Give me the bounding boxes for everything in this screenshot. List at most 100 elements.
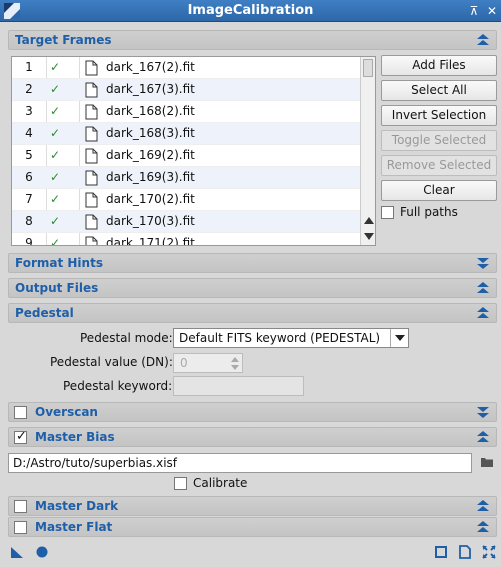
file-icon (85, 214, 98, 230)
chevron-down-icon[interactable] (390, 329, 408, 347)
folder-icon[interactable] (480, 455, 494, 469)
collapse-icon[interactable] (476, 281, 490, 295)
collapse-icon[interactable] (476, 499, 490, 513)
table-row[interactable]: 3 ✓ dark_168(2).fit (12, 101, 361, 123)
scroll-thumb[interactable] (363, 59, 373, 77)
row-number: 3 (25, 104, 33, 118)
expand-icon[interactable] (476, 256, 490, 270)
collapse-icon[interactable] (476, 430, 490, 444)
target-frames-list[interactable]: 1 ✓ dark_167(2).fit 2 ✓ dark_167(3).fit 3 ✓ dark… (11, 56, 376, 246)
section-title: Master Dark (35, 499, 119, 513)
file-icon (85, 104, 98, 120)
table-row[interactable]: 8 ✓ dark_170(3).fit (12, 211, 361, 233)
reset-icon[interactable] (482, 545, 496, 559)
spin-down-icon[interactable] (231, 365, 239, 370)
enabled-check-icon[interactable]: ✓ (50, 192, 60, 206)
file-name: dark_169(2).fit (106, 148, 195, 162)
calibrate-bias-checkbox[interactable] (174, 477, 187, 490)
table-row[interactable]: 1 ✓ dark_167(2).fit (12, 57, 361, 79)
file-name: dark_167(2).fit (106, 60, 195, 74)
file-name: dark_170(2).fit (106, 192, 195, 206)
remove-selected-button[interactable]: Remove Selected (381, 155, 497, 176)
path-value: D:/Astro/tuto/superbias.xisf (13, 456, 178, 470)
file-icon (85, 148, 98, 164)
section-title: Pedestal (15, 306, 74, 320)
docs-icon[interactable] (458, 545, 472, 559)
row-number: 2 (25, 82, 33, 96)
window-title: ImageCalibration (187, 3, 314, 18)
toggle-selected-button[interactable]: Toggle Selected (381, 130, 497, 151)
section-pedestal[interactable]: Pedestal (8, 303, 497, 323)
master-bias-path-input[interactable]: D:/Astro/tuto/superbias.xisf (8, 453, 472, 473)
table-row[interactable]: 2 ✓ dark_167(3).fit (12, 79, 361, 101)
section-title: Master Bias (35, 430, 115, 444)
apply-icon[interactable] (434, 545, 448, 559)
apply-global-icon[interactable] (35, 545, 49, 559)
section-title: Master Flat (35, 520, 113, 534)
enabled-check-icon[interactable]: ✓ (50, 214, 60, 228)
row-number: 5 (25, 148, 33, 162)
enabled-check-icon[interactable]: ✓ (50, 170, 60, 184)
row-number: 7 (25, 192, 33, 206)
scroll-up-icon[interactable] (364, 217, 374, 224)
enabled-check-icon[interactable]: ✓ (50, 82, 60, 96)
master-bias-checkbox[interactable] (14, 429, 27, 444)
collapse-icon[interactable] (476, 306, 490, 320)
pedestal-keyword-field[interactable] (173, 376, 304, 396)
row-number: 1 (25, 60, 33, 74)
section-output-files[interactable]: Output Files (8, 278, 497, 298)
clear-button[interactable]: Clear (381, 180, 497, 201)
section-master-flat[interactable]: Master Flat (8, 517, 497, 537)
table-row[interactable]: 7 ✓ dark_170(2).fit (12, 189, 361, 211)
file-icon (85, 170, 98, 186)
invert-selection-button[interactable]: Invert Selection (381, 105, 497, 126)
pedestal-mode-select[interactable]: Default FITS keyword (PEDESTAL) (173, 328, 409, 348)
file-name: dark_170(3).fit (106, 214, 195, 228)
full-paths-label: Full paths (400, 205, 458, 219)
section-target-frames[interactable]: Target Frames (8, 30, 497, 50)
pedestal-mode-label: Pedestal mode: (80, 331, 173, 345)
calibrate-label: Calibrate (193, 476, 248, 490)
master-dark-checkbox[interactable] (14, 500, 27, 513)
enabled-check-icon[interactable]: ✓ (50, 60, 60, 74)
select-all-button[interactable]: Select All (381, 80, 497, 101)
enabled-check-icon[interactable]: ✓ (50, 126, 60, 140)
row-number: 4 (25, 126, 33, 140)
close-icon[interactable]: ✕ (484, 2, 500, 20)
section-master-dark[interactable]: Master Dark (8, 496, 497, 516)
file-icon (85, 192, 98, 208)
pedestal-value-label: Pedestal value (DN): (50, 355, 173, 369)
section-title: Output Files (15, 281, 99, 295)
full-paths-checkbox[interactable] (381, 206, 394, 219)
section-title: Overscan (35, 405, 98, 419)
select-value: Default FITS keyword (PEDESTAL) (179, 331, 381, 345)
file-icon (85, 126, 98, 142)
pedestal-value-spinbox[interactable]: 0 (173, 353, 243, 373)
enabled-check-icon[interactable]: ✓ (50, 104, 60, 118)
table-row[interactable]: 5 ✓ dark_169(2).fit (12, 145, 361, 167)
pin-icon[interactable]: ⊼ (466, 2, 482, 20)
table-row[interactable]: 4 ✓ dark_168(3).fit (12, 123, 361, 145)
section-master-bias[interactable]: Master Bias (8, 427, 497, 447)
collapse-icon[interactable] (476, 33, 490, 47)
row-number: 9 (25, 236, 33, 246)
enabled-check-icon[interactable]: ✓ (50, 148, 60, 162)
section-format-hints[interactable]: Format Hints (8, 253, 497, 273)
file-name: dark_171(2).fit (106, 236, 195, 246)
spin-up-icon[interactable] (231, 357, 239, 362)
table-row[interactable]: 6 ✓ dark_169(3).fit (12, 167, 361, 189)
master-flat-checkbox[interactable] (14, 521, 27, 534)
new-instance-icon[interactable] (10, 545, 24, 559)
table-row[interactable]: 9 ✓ dark_171(2).fit (12, 233, 361, 246)
expand-icon[interactable] (476, 405, 490, 419)
spinbox-value: 0 (180, 356, 188, 370)
section-title: Target Frames (15, 33, 112, 47)
add-files-button[interactable]: Add Files (381, 55, 497, 76)
file-name: dark_169(3).fit (106, 170, 195, 184)
collapse-icon[interactable] (476, 520, 490, 534)
scroll-down-icon[interactable] (364, 233, 374, 240)
list-scrollbar[interactable] (360, 57, 375, 245)
section-overscan[interactable]: Overscan (8, 402, 497, 422)
overscan-checkbox[interactable] (14, 406, 27, 419)
enabled-check-icon[interactable]: ✓ (50, 236, 60, 245)
